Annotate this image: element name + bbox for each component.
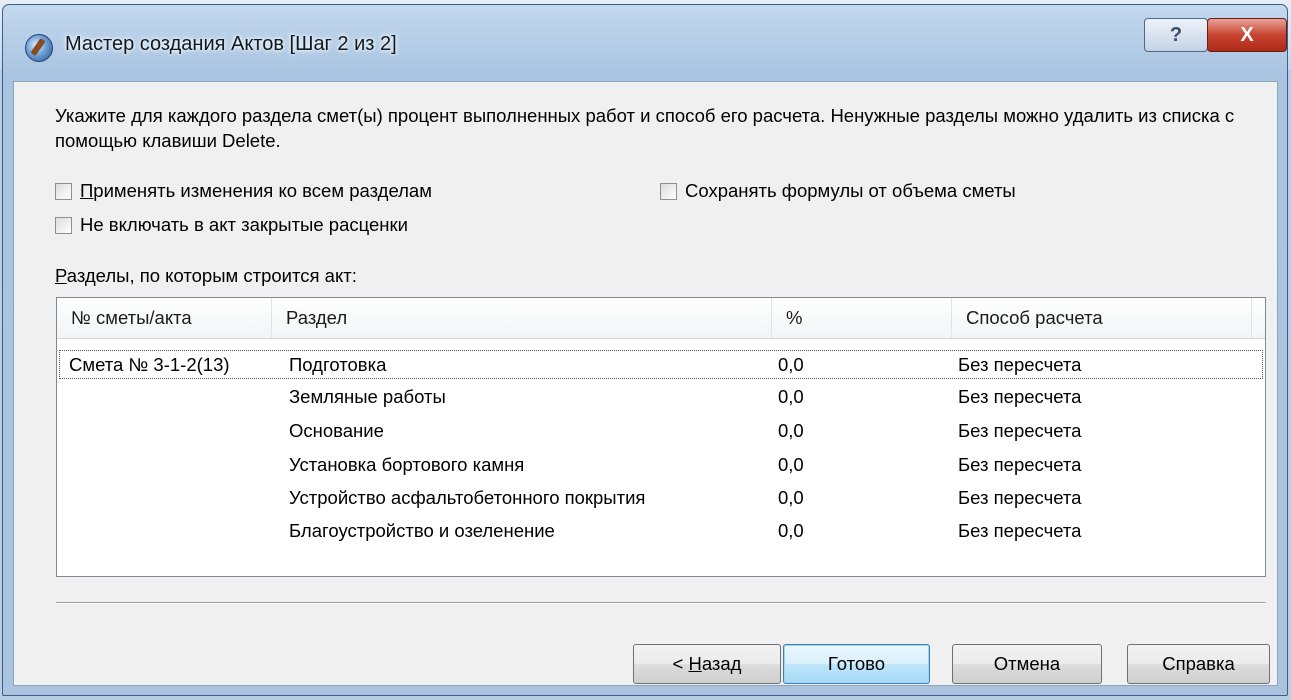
section-cell: Устройство асфальтобетонного покрытия — [289, 487, 646, 508]
table-row[interactable]: Устройство асфальтобетонного покрытия 0,… — [57, 481, 1265, 514]
estimate-cell: Смета № 3-1-2(13) — [69, 354, 230, 375]
column-header-method[interactable]: Способ расчета — [952, 298, 1252, 338]
method-cell[interactable]: Без пересчета — [958, 514, 1081, 547]
cancel-button-label: Отмена — [993, 653, 1061, 674]
method-cell[interactable]: Без пересчета — [958, 348, 1081, 381]
percent-cell[interactable]: 0,0 — [778, 348, 804, 381]
checkbox-box[interactable] — [55, 216, 72, 234]
question-icon: ? — [1169, 23, 1183, 46]
app-icon — [25, 34, 53, 62]
wizard-dialog: Мастер создания Актов [Шаг 2 из 2] ? X У… — [2, 4, 1288, 696]
sections-list[interactable]: № сметы/акта Раздел % Способ расчета Сме… — [56, 297, 1266, 577]
checkbox-box[interactable] — [660, 182, 677, 200]
table-row[interactable]: Основание 0,0 Без пересчета — [57, 414, 1265, 447]
method-cell[interactable]: Без пересчета — [958, 448, 1081, 481]
table-row[interactable]: Земляные работы 0,0 Без пересчета — [57, 380, 1265, 413]
percent-cell[interactable]: 0,0 — [778, 380, 804, 413]
keep-formulas-label: Сохранять формулы от объема сметы — [685, 180, 1016, 201]
method-cell[interactable]: Без пересчета — [958, 481, 1081, 514]
column-header-section[interactable]: Раздел — [272, 298, 772, 338]
back-button[interactable]: < Назад — [633, 644, 781, 684]
column-header-estimate[interactable]: № сметы/акта — [57, 298, 272, 338]
percent-cell[interactable]: 0,0 — [778, 514, 804, 547]
exclude-closed-label: Не включать в акт закрытые расценки — [80, 214, 408, 235]
section-cell: Основание — [289, 420, 384, 441]
percent-cell[interactable]: 0,0 — [778, 414, 804, 447]
done-button[interactable]: Готово — [783, 644, 930, 684]
help-titlebar-button[interactable]: ? — [1144, 18, 1208, 52]
checkbox-box[interactable] — [55, 182, 72, 200]
separator-line — [56, 602, 1266, 604]
column-header-percent[interactable]: % — [772, 298, 952, 338]
done-button-label: Готово — [827, 653, 886, 674]
table-row[interactable]: Смета № 3-1-2(13) Подготовка 0,0 Без пер… — [57, 348, 1265, 381]
method-cell[interactable]: Без пересчета — [958, 380, 1081, 413]
help-button-label: Справка — [1162, 653, 1235, 674]
dialog-body: Укажите для каждого раздела смет(ы) проц… — [13, 81, 1278, 686]
section-cell: Благоустройство и озеленение — [289, 520, 555, 541]
exclude-closed-checkbox[interactable]: Не включать в акт закрытые расценки — [55, 214, 408, 236]
list-header: № сметы/акта Раздел % Способ расчета — [57, 298, 1265, 339]
title-bar[interactable]: Мастер создания Актов [Шаг 2 из 2] ? X — [3, 5, 1287, 77]
window-title: Мастер создания Актов [Шаг 2 из 2] — [65, 33, 397, 55]
percent-cell[interactable]: 0,0 — [778, 448, 804, 481]
table-row[interactable]: Благоустройство и озеленение 0,0 Без пер… — [57, 514, 1265, 547]
instruction-text: Укажите для каждого раздела смет(ы) проц… — [55, 105, 1235, 151]
percent-cell[interactable]: 0,0 — [778, 481, 804, 514]
apply-all-checkbox[interactable]: Применять изменения ко всем разделам — [55, 180, 432, 202]
apply-all-label: Применять изменения ко всем разделам — [80, 180, 432, 201]
sections-label: Разделы, по которым строится акт: — [55, 265, 357, 286]
help-button[interactable]: Справка — [1127, 644, 1270, 684]
close-button[interactable]: X — [1207, 18, 1287, 52]
close-icon: X — [1240, 23, 1254, 46]
section-cell: Земляные работы — [289, 386, 446, 407]
cancel-button[interactable]: Отмена — [952, 644, 1102, 684]
section-cell: Подготовка — [289, 354, 387, 375]
table-row[interactable]: Установка бортового камня 0,0 Без пересч… — [57, 448, 1265, 481]
keep-formulas-checkbox[interactable]: Сохранять формулы от объема сметы — [660, 180, 1016, 202]
method-cell[interactable]: Без пересчета — [958, 414, 1081, 447]
back-button-label: < Назад — [672, 653, 742, 674]
section-cell: Установка бортового камня — [289, 454, 525, 475]
